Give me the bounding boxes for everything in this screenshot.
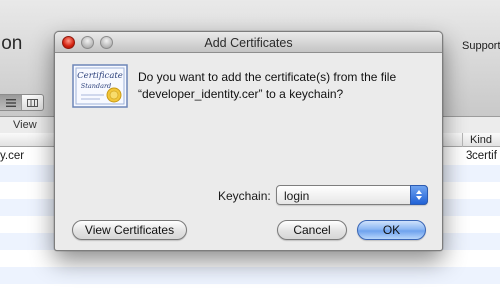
add-certificates-dialog: Add Certificates Certificate Standard Do… <box>54 31 443 251</box>
view-segmented-control[interactable] <box>0 94 44 111</box>
certificate-icon-title: Certificate <box>77 71 123 81</box>
chevron-updown-icon <box>410 185 428 205</box>
dialog-titlebar[interactable]: Add Certificates <box>55 32 442 53</box>
certificate-icon-subtitle: Standard <box>81 82 111 90</box>
keychain-popup-value: login <box>284 189 310 203</box>
table-cell-name: y.cer <box>0 150 25 162</box>
view-certificates-button[interactable]: View Certificates <box>72 220 187 240</box>
table-cell-kind: certif <box>472 150 497 162</box>
dialog-message: Do you want to add the certificate(s) fr… <box>138 69 433 103</box>
dialog-title: Add Certificates <box>204 36 293 50</box>
list-view-button[interactable] <box>0 95 22 110</box>
view-label: View <box>13 119 37 131</box>
column-separator[interactable] <box>462 133 463 147</box>
column-header-kind[interactable]: Kind <box>470 134 492 146</box>
list-view-icon <box>5 98 16 107</box>
dialog-message-line2: “developer_identity.cer” to a keychain? <box>138 87 344 101</box>
column-view-button[interactable] <box>22 95 43 110</box>
table-row[interactable] <box>0 284 500 294</box>
ok-button[interactable]: OK <box>357 220 426 240</box>
dialog-message-line1: Do you want to add the certificate(s) fr… <box>138 70 397 84</box>
toolbar-support-label[interactable]: Support <box>462 40 500 52</box>
table-row[interactable] <box>0 250 500 267</box>
window-title-fragment: ion <box>0 33 23 54</box>
keychain-popup[interactable]: login <box>276 185 428 205</box>
certificate-icon: Certificate Standard <box>72 64 128 108</box>
cancel-button[interactable]: Cancel <box>277 220 347 240</box>
keychain-label: Keychain: <box>218 189 271 203</box>
table-row[interactable] <box>0 267 500 284</box>
column-view-icon <box>27 98 38 107</box>
